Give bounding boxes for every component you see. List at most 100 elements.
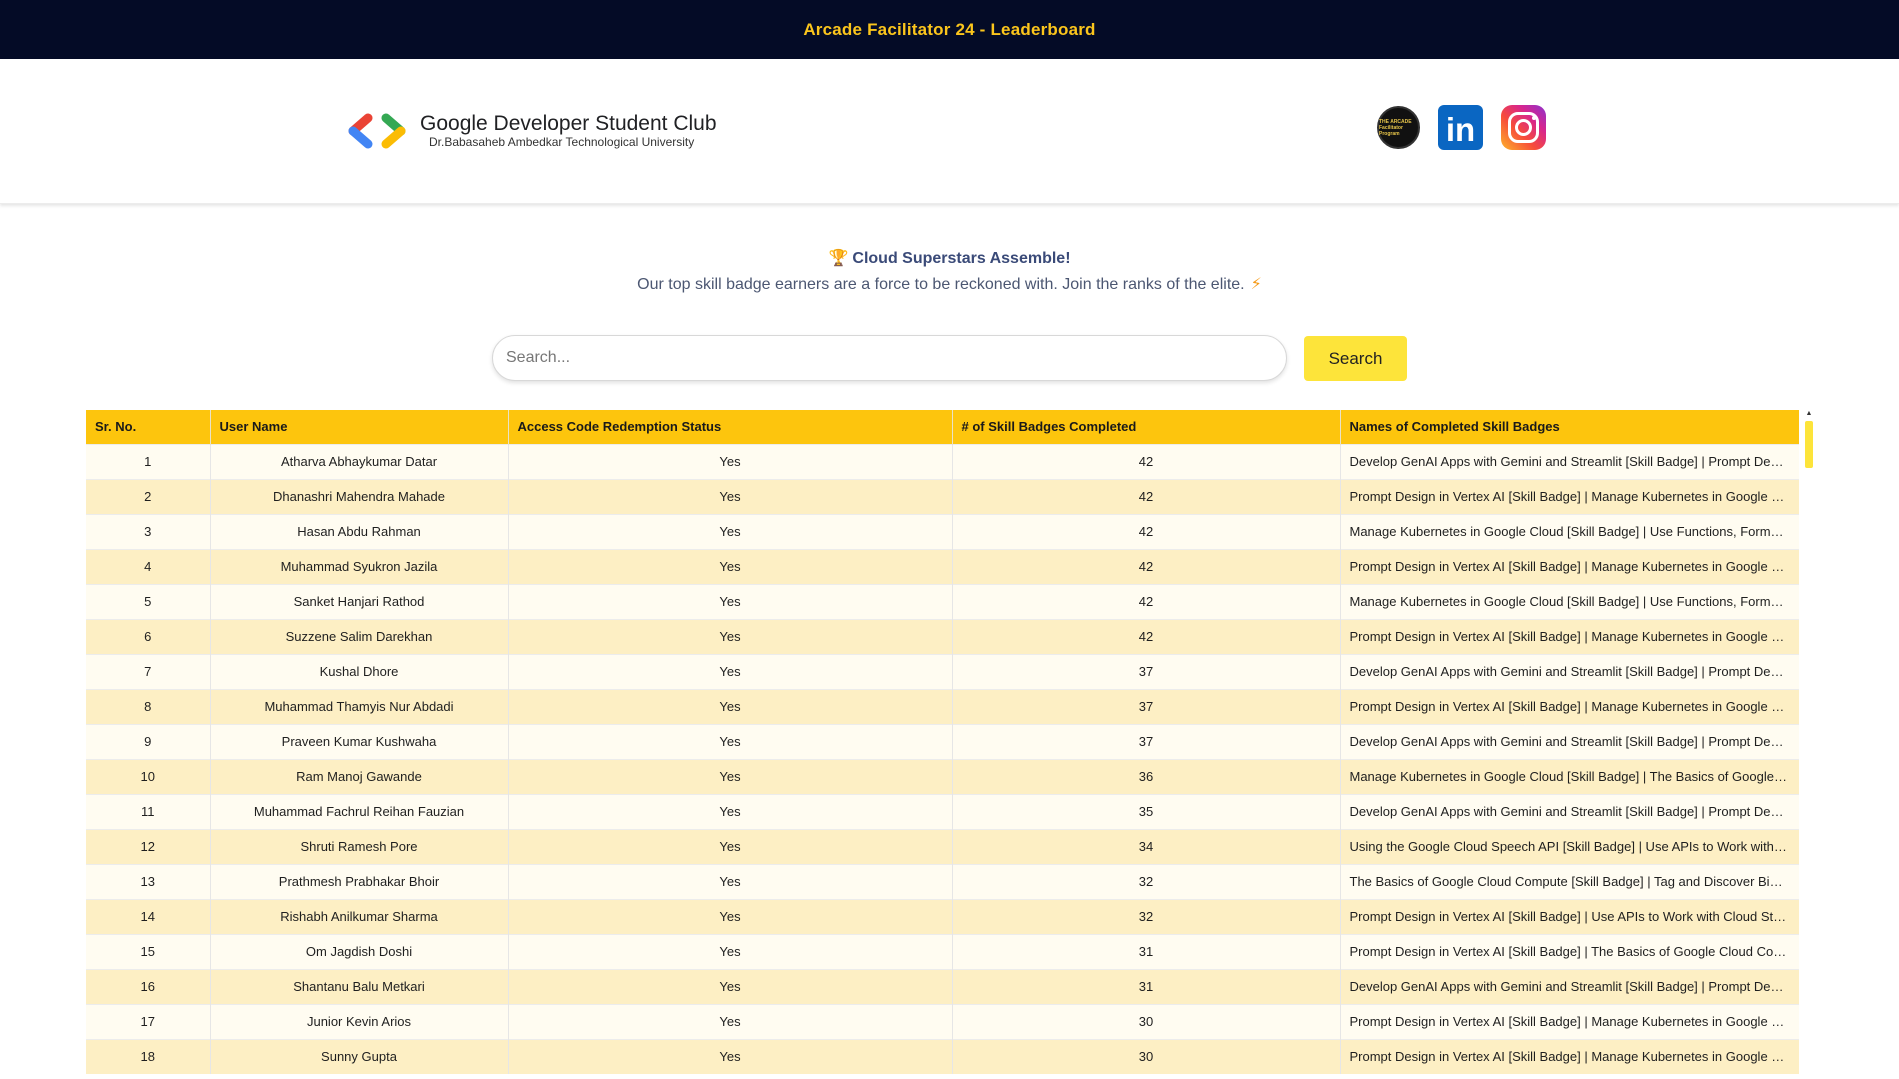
cell-user-name: Praveen Kumar Kushwaha <box>210 723 509 759</box>
cell-redemption-status: Yes <box>508 513 953 549</box>
cell-sr-no: 18 <box>86 1038 211 1074</box>
column-header-redemption-status[interactable]: Access Code Redemption Status <box>508 410 953 444</box>
cell-badge-names: Prompt Design in Vertex AI [Skill Badge]… <box>1340 548 1799 584</box>
cell-user-name: Muhammad Syukron Jazila <box>210 548 509 584</box>
table-row: 16 Shantanu Balu Metkari Yes 31 Develop GenA… <box>86 968 1799 1004</box>
table-row: 9 Praveen Kumar Kushwaha Yes 37 Develop GenA… <box>86 723 1799 759</box>
table-row: 5 Sanket Hanjari Rathod Yes 42 Manage Kubern… <box>86 583 1799 619</box>
cell-user-name: Shruti Ramesh Pore <box>210 828 509 864</box>
linkedin-icon[interactable]: in <box>1438 105 1483 150</box>
cell-badge-names: Prompt Design in Vertex AI [Skill Badge]… <box>1340 898 1799 934</box>
table-row: 1 Atharva Abhaykumar Datar Yes 42 Develop Ge… <box>86 443 1799 479</box>
cell-redemption-status: Yes <box>508 758 953 794</box>
search-button[interactable]: Search <box>1304 336 1407 381</box>
lightning-icon: ⚡ <box>1250 276 1262 293</box>
leaderboard-table: Sr. No. User Name Access Code Redemption… <box>86 410 1799 1079</box>
gdsc-brackets-logo-icon <box>348 113 406 149</box>
cell-badge-names: Prompt Design in Vertex AI [Skill Badge]… <box>1340 1038 1799 1074</box>
cell-redemption-status: Yes <box>508 898 953 934</box>
cell-badge-count: 42 <box>952 618 1341 654</box>
cell-user-name: Atharva Abhaykumar Datar <box>210 443 509 479</box>
cell-redemption-status: Yes <box>508 478 953 514</box>
cell-sr-no: 6 <box>86 618 211 654</box>
arcade-badge-icon[interactable]: THE ARCADE Facilitator Program <box>1377 106 1420 149</box>
table-row: 4 Muhammad Syukron Jazila Yes 42 Prompt Desi… <box>86 548 1799 584</box>
top-banner: Arcade Facilitator 24 - Leaderboard <box>0 0 1899 59</box>
cell-user-name: Suzzene Salim Darekhan <box>210 618 509 654</box>
cell-badge-count: 32 <box>952 863 1341 899</box>
cell-sr-no: 10 <box>86 758 211 794</box>
cell-badge-names: Prompt Design in Vertex AI [Skill Badge]… <box>1340 933 1799 969</box>
scroll-up-arrow-icon[interactable]: ▲ <box>1804 410 1814 418</box>
brand-name: Google Developer Student Club <box>420 112 717 135</box>
cell-badge-names: Develop GenAI Apps with Gemini and Strea… <box>1340 723 1799 759</box>
cell-redemption-status: Yes <box>508 933 953 969</box>
column-header-sr-no[interactable]: Sr. No. <box>86 410 211 444</box>
instagram-icon[interactable] <box>1501 105 1546 150</box>
table-scrollbar[interactable] <box>1804 410 1814 1079</box>
brand-university: Dr.Babasaheb Ambedkar Technological Univ… <box>429 135 695 149</box>
column-header-badge-names[interactable]: Names of Completed Skill Badges <box>1340 410 1799 444</box>
cell-redemption-status: Yes <box>508 548 953 584</box>
cell-redemption-status: Yes <box>508 688 953 724</box>
cell-sr-no: 2 <box>86 478 211 514</box>
cell-sr-no: 3 <box>86 513 211 549</box>
cell-sr-no: 17 <box>86 1003 211 1039</box>
cell-badge-count: 42 <box>952 513 1341 549</box>
cell-badge-count: 30 <box>952 1003 1341 1039</box>
cell-user-name: Prathmesh Prabhakar Bhoir <box>210 863 509 899</box>
cell-badge-count: 35 <box>952 793 1341 829</box>
cell-sr-no: 15 <box>86 933 211 969</box>
cell-sr-no: 14 <box>86 898 211 934</box>
cell-badge-names: Develop GenAI Apps with Gemini and Strea… <box>1340 968 1799 1004</box>
cell-sr-no: 1 <box>86 443 211 479</box>
table-row: 15 Om Jagdish Doshi Yes 31 Prompt Design in … <box>86 933 1799 969</box>
hero-subtitle: Our top skill badge earners are a force … <box>637 276 1262 293</box>
cell-redemption-status: Yes <box>508 583 953 619</box>
cell-redemption-status: Yes <box>508 1038 953 1074</box>
table-header-row: Sr. No. User Name Access Code Redemption… <box>86 410 1799 444</box>
table-row: 12 Shruti Ramesh Pore Yes 34 Using the Googl… <box>86 828 1799 864</box>
cell-redemption-status: Yes <box>508 968 953 1004</box>
cell-badge-count: 37 <box>952 688 1341 724</box>
cell-badge-count: 37 <box>952 723 1341 759</box>
hero-section: 🏆 Cloud Superstars Assemble! Our top skil… <box>0 248 1899 294</box>
cell-redemption-status: Yes <box>508 618 953 654</box>
hero-heading: 🏆 Cloud Superstars Assemble! <box>828 250 1071 267</box>
cell-badge-names: Prompt Design in Vertex AI [Skill Badge]… <box>1340 618 1799 654</box>
brand-logo[interactable]: Google Developer Student Club Dr.Babasah… <box>346 111 717 151</box>
table-row: 6 Suzzene Salim Darekhan Yes 42 Prompt Desig… <box>86 618 1799 654</box>
cell-user-name: Muhammad Fachrul Reihan Fauzian <box>210 793 509 829</box>
cell-sr-no: 7 <box>86 653 211 689</box>
table-row: 8 Muhammad Thamyis Nur Abdadi Yes 37 Prompt … <box>86 688 1799 724</box>
search-input[interactable] <box>492 335 1287 381</box>
table-row: 17 Junior Kevin Arios Yes 30 Prompt Design i… <box>86 1003 1799 1039</box>
cell-sr-no: 5 <box>86 583 211 619</box>
cell-user-name: Junior Kevin Arios <box>210 1003 509 1039</box>
cell-badge-names: Manage Kubernetes in Google Cloud [Skill… <box>1340 758 1799 794</box>
cell-user-name: Om Jagdish Doshi <box>210 933 509 969</box>
cell-redemption-status: Yes <box>508 1003 953 1039</box>
cell-badge-names: Develop GenAI Apps with Gemini and Strea… <box>1340 443 1799 479</box>
table-row: 13 Prathmesh Prabhakar Bhoir Yes 32 The Basi… <box>86 863 1799 899</box>
table-row: 2 Dhanashri Mahendra Mahade Yes 42 Prompt De… <box>86 478 1799 514</box>
cell-badge-names: Using the Google Cloud Speech API [Skill… <box>1340 828 1799 864</box>
column-header-badge-count[interactable]: # of Skill Badges Completed <box>952 410 1341 444</box>
cell-badge-names: Manage Kubernetes in Google Cloud [Skill… <box>1340 583 1799 619</box>
cell-redemption-status: Yes <box>508 723 953 759</box>
cell-badge-count: 42 <box>952 548 1341 584</box>
cell-badge-names: Develop GenAI Apps with Gemini and Strea… <box>1340 653 1799 689</box>
cell-badge-count: 31 <box>952 933 1341 969</box>
cell-redemption-status: Yes <box>508 828 953 864</box>
social-links: THE ARCADE Facilitator Program in <box>1377 105 1564 150</box>
table-row: 14 Rishabh Anilkumar Sharma Yes 32 Prompt De… <box>86 898 1799 934</box>
page-title: Arcade Facilitator 24 - Leaderboard <box>803 19 1096 39</box>
cell-redemption-status: Yes <box>508 863 953 899</box>
cell-user-name: Rishabh Anilkumar Sharma <box>210 898 509 934</box>
cell-sr-no: 11 <box>86 793 211 829</box>
table-scrollbar-thumb[interactable] <box>1805 421 1813 468</box>
cell-sr-no: 8 <box>86 688 211 724</box>
cell-badge-count: 42 <box>952 583 1341 619</box>
cell-badge-count: 31 <box>952 968 1341 1004</box>
column-header-user-name[interactable]: User Name <box>210 410 509 444</box>
